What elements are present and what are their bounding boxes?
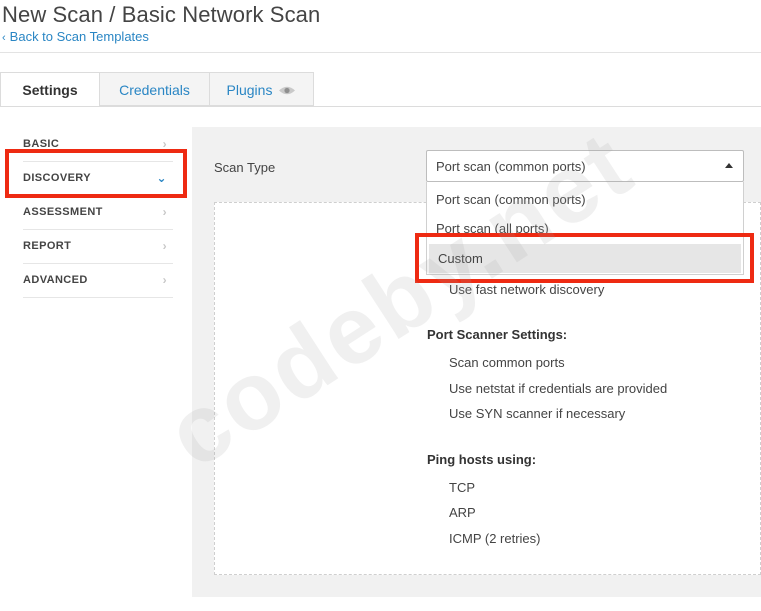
chevron-right-icon: › [162,205,167,219]
header-divider [0,52,761,53]
sidebar-item-label: ADVANCED [23,274,88,286]
ping-method-item: ICMP (2 retries) [449,531,541,546]
tab-divider [0,106,761,107]
ping-hosts-heading: Ping hosts using: [427,452,537,467]
port-scanner-item: Scan common ports [449,355,565,370]
sidebar-item-basic[interactable]: BASIC › [23,128,173,162]
sidebar-item-label: ASSESSMENT [23,206,103,218]
port-scanner-item: Use netstat if credentials are provided [449,381,668,396]
page-title: New Scan / Basic Network Scan [2,2,321,27]
scan-type-value: Port scan (common ports) [436,159,586,174]
sidebar-item-advanced[interactable]: ADVANCED › [23,264,173,298]
sidebar-item-label: BASIC [23,138,60,150]
tab-credentials-label: Credentials [119,82,190,98]
back-to-templates-link[interactable]: ‹ Back to Scan Templates [2,29,149,44]
chevron-right-icon: › [162,137,167,151]
tab-credentials[interactable]: Credentials [99,72,210,106]
tab-settings[interactable]: Settings [0,72,100,107]
sidebar-item-report[interactable]: REPORT › [23,230,173,264]
sidebar-item-label: REPORT [23,240,72,252]
sidebar-item-discovery[interactable]: DISCOVERY ⌄ [23,162,173,196]
eye-icon [278,74,296,108]
tab-settings-label: Settings [22,82,78,98]
port-scanner-heading: Port Scanner Settings: [427,327,568,342]
fast-discovery-text: Use fast network discovery [449,282,605,297]
chevron-right-icon: › [162,239,167,253]
back-link-label: Back to Scan Templates [9,29,149,44]
option-port-scan-common[interactable]: Port scan (common ports) [427,185,743,214]
sidebar-item-assessment[interactable]: ASSESSMENT › [23,196,173,230]
ping-method-item: TCP [449,480,475,495]
tab-plugins-label: Plugins [226,82,273,98]
scan-type-dropdown: Port scan (common ports) Port scan (all … [426,182,744,275]
caret-up-icon [725,163,733,168]
port-scanner-item: Use SYN scanner if necessary [449,406,626,421]
scan-type-select[interactable]: Port scan (common ports) [426,150,744,182]
sidebar-item-label: DISCOVERY [23,172,91,184]
chevron-right-icon: › [162,273,167,287]
option-port-scan-all[interactable]: Port scan (all ports) [427,214,743,243]
scan-type-label: Scan Type [214,160,276,175]
chevron-left-icon: ‹ [2,32,6,44]
chevron-down-icon: ⌄ [156,171,167,185]
settings-sidebar: BASIC › DISCOVERY ⌄ ASSESSMENT › REPORT › AD… [23,128,173,298]
option-custom[interactable]: Custom [429,244,741,273]
tab-plugins[interactable]: Plugins [209,72,314,106]
ping-method-item: ARP [449,505,476,520]
